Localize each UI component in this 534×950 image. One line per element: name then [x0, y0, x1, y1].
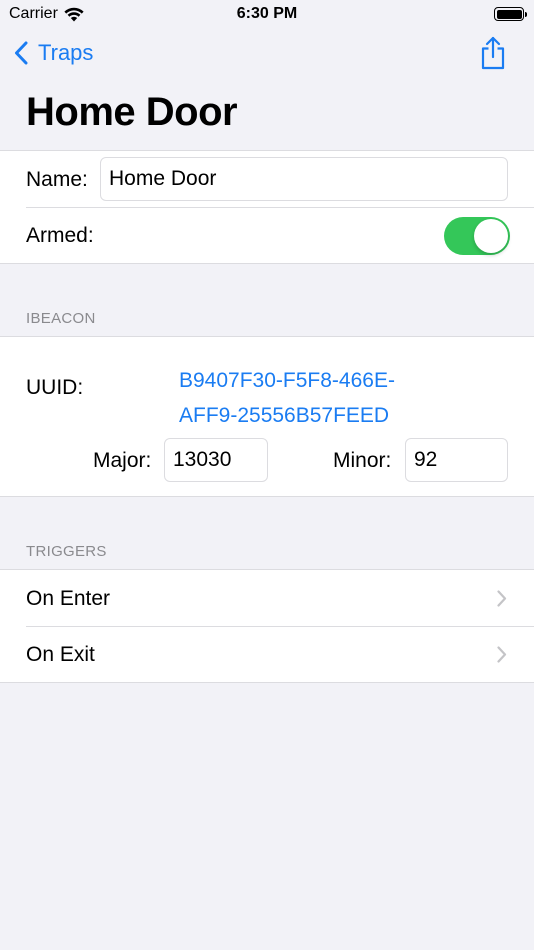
back-button-label: Traps — [38, 40, 94, 65]
back-button[interactable]: Traps — [14, 40, 93, 66]
major-input[interactable]: 13030 — [164, 438, 268, 482]
ibeacon-section-header: IBEACON — [26, 310, 96, 327]
chevron-right-icon — [497, 646, 507, 663]
chevron-left-icon — [15, 41, 28, 65]
share-button[interactable] — [480, 36, 506, 75]
name-label: Name: — [26, 168, 88, 191]
status-time: 6:30 PM — [236, 5, 298, 22]
armed-row: Armed: — [0, 207, 534, 263]
battery-icon — [494, 7, 527, 21]
armed-label: Armed: — [26, 224, 94, 247]
triggers-group: On Enter On Exit — [0, 569, 534, 683]
status-bar: Carrier 6:30 PM — [0, 0, 534, 30]
page-title: Home Door — [26, 90, 238, 134]
trigger-label: On Enter — [26, 587, 111, 610]
ibeacon-group: UUID: B9407F30-F5F8-466E- AFF9-25556B57F… — [0, 336, 534, 497]
minor-input[interactable]: 92 — [405, 438, 508, 482]
uuid-value[interactable]: B9407F30-F5F8-466E- AFF9-25556B57FEED — [179, 363, 479, 433]
toggle-knob — [474, 219, 508, 253]
share-icon — [481, 36, 505, 70]
uuid-line-2: AFF9-25556B57FEED — [179, 404, 390, 427]
minor-label: Minor: — [333, 449, 392, 472]
uuid-line-1: B9407F30-F5F8-466E- — [179, 369, 395, 392]
trigger-row-on-enter[interactable]: On Enter — [0, 570, 534, 626]
triggers-section-header: TRIGGERS — [26, 543, 107, 560]
uuid-label: UUID: — [26, 376, 84, 399]
major-label: Major: — [93, 449, 152, 472]
chevron-right-icon — [497, 590, 507, 607]
armed-toggle[interactable] — [444, 217, 510, 255]
general-settings-group: Name: Home Door Armed: — [0, 150, 534, 264]
name-row: Name: Home Door — [0, 151, 534, 207]
navigation-bar: Traps — [0, 30, 534, 80]
trigger-row-on-exit[interactable]: On Exit — [0, 626, 534, 682]
battery-level — [496, 9, 522, 19]
name-input[interactable]: Home Door — [100, 157, 508, 201]
trigger-label: On Exit — [26, 643, 95, 666]
